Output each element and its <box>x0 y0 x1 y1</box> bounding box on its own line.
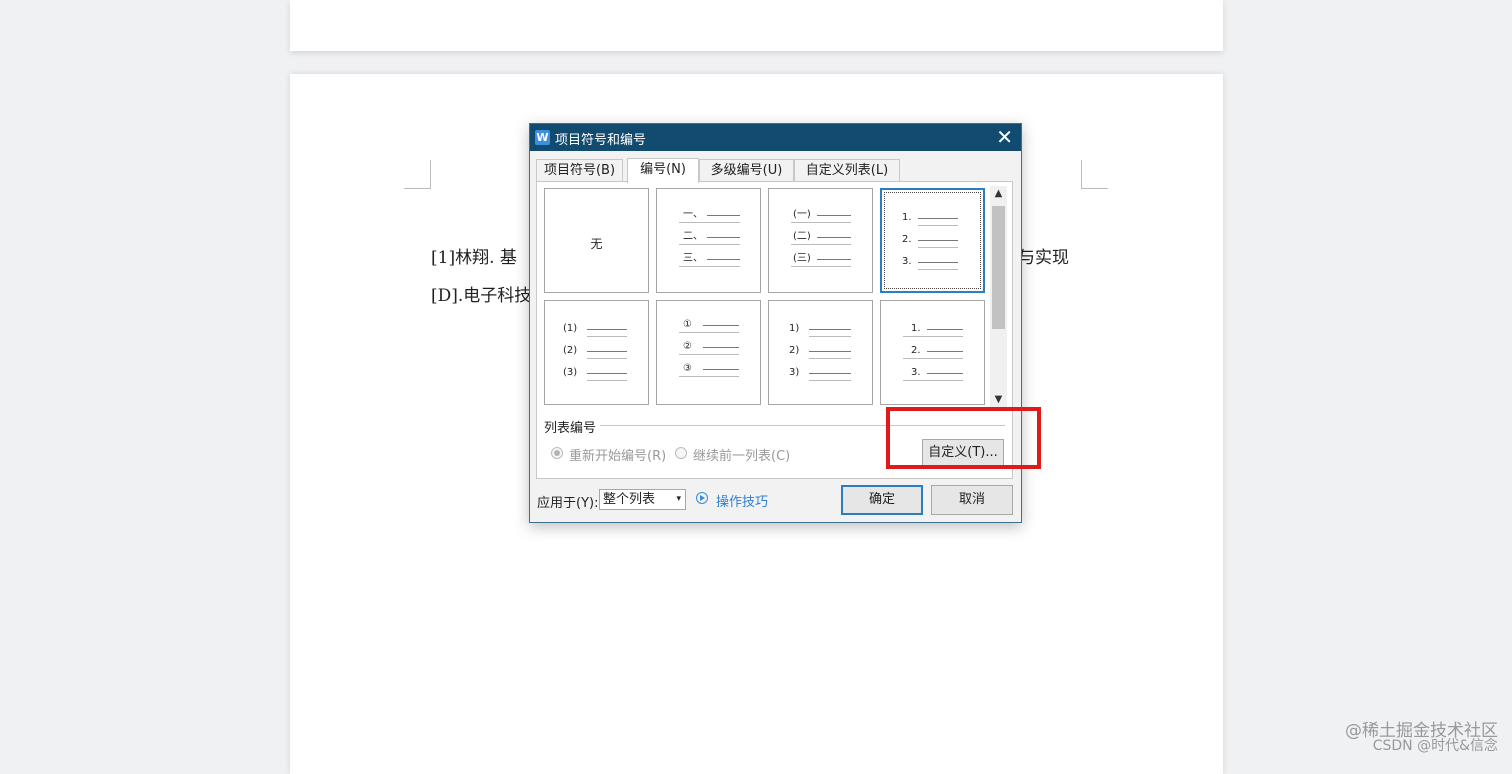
list-marker: 2. <box>902 234 912 245</box>
list-marker: 三、 <box>683 253 703 264</box>
numbering-style-grid: 无 一、 二、 三、 (一) (二) (三) 1. 2. 3. (1) (2) <box>544 188 988 408</box>
apply-to-label: 应用于(Y): <box>537 496 599 511</box>
document-text-line: [1]林翔. 基 <box>431 248 517 268</box>
document-text-fragment: 与实现 <box>1018 248 1069 268</box>
scrollbar-thumb[interactable] <box>992 206 1005 329</box>
numbering-style-none[interactable]: 无 <box>544 188 649 293</box>
watermark-line: CSDN @时代&信念 <box>1372 738 1498 754</box>
radio-continue[interactable] <box>675 447 687 459</box>
styles-scrollbar[interactable]: ▲ ▼ <box>990 186 1007 408</box>
restart-numbering-label: 重新开始编号(R) <box>569 449 667 464</box>
list-marker: 1. <box>911 323 921 334</box>
margin-corner-mark-left <box>404 160 431 189</box>
tab-bullets[interactable]: 项目符号(B) <box>536 159 623 181</box>
tab-numbering[interactable]: 编号(N) <box>627 158 699 183</box>
dialog-title-bar[interactable]: W 项目符号和编号 ✕ <box>530 124 1021 151</box>
numbering-style-chinese-paren[interactable]: (一) (二) (三) <box>768 188 873 293</box>
list-marker: 1. <box>902 212 912 223</box>
numbering-style-arabic-indented[interactable]: 1. 2. 3. <box>880 300 985 405</box>
scroll-up-arrow-icon[interactable]: ▲ <box>990 186 1007 202</box>
numbering-style-paren-number[interactable]: (1) (2) (3) <box>544 300 649 405</box>
ok-button[interactable]: 确定 <box>841 485 923 515</box>
document-page-previous <box>290 0 1223 51</box>
list-marker: ③ <box>683 363 692 374</box>
list-marker: 二、 <box>683 231 703 242</box>
none-label: 无 <box>590 237 603 251</box>
customize-button[interactable]: 自定义(T)... <box>922 439 1004 466</box>
list-marker: (3) <box>563 367 578 378</box>
cancel-button[interactable]: 取消 <box>931 485 1013 515</box>
list-marker: 2) <box>789 345 800 356</box>
tab-multilevel[interactable]: 多级编号(U) <box>699 159 794 181</box>
numbering-style-chinese[interactable]: 一、 二、 三、 <box>656 188 761 293</box>
list-marker: ② <box>683 341 692 352</box>
section-divider <box>599 425 1005 426</box>
tab-custom-list[interactable]: 自定义列表(L) <box>794 159 900 181</box>
list-marker: 3. <box>902 256 912 267</box>
apply-to-select[interactable]: 整个列表 ▾ <box>599 489 686 510</box>
continue-list-label: 继续前一列表(C) <box>693 449 791 464</box>
document-text-line: [D].电子科技 <box>431 286 532 306</box>
apply-to-value: 整个列表 <box>603 492 656 507</box>
numbering-style-number-paren[interactable]: 1) 2) 3) <box>768 300 873 405</box>
list-marker: ① <box>683 319 692 330</box>
tips-link[interactable]: 操作技巧 <box>716 491 768 510</box>
margin-corner-mark-right <box>1081 160 1108 189</box>
list-numbering-section-label: 列表编号 <box>544 417 601 436</box>
list-marker: 2. <box>911 345 921 356</box>
radio-restart[interactable] <box>551 447 563 459</box>
numbering-style-arabic-dot-selected[interactable]: 1. 2. 3. <box>880 188 985 293</box>
dialog-title: 项目符号和编号 <box>555 133 647 148</box>
close-icon[interactable]: ✕ <box>996 126 1013 148</box>
wps-writer-icon: W <box>535 130 550 145</box>
list-marker: 3) <box>789 367 800 378</box>
list-marker: 3. <box>911 367 921 378</box>
bullets-numbering-dialog: W 项目符号和编号 ✕ 项目符号(B) 编号(N) 多级编号(U) 自定义列表(… <box>529 123 1041 523</box>
list-marker: 1) <box>789 323 800 334</box>
list-marker: (2) <box>563 345 578 356</box>
list-marker: 一、 <box>683 209 703 220</box>
dropdown-arrow-icon: ▾ <box>676 494 681 504</box>
list-marker: (二) <box>793 231 811 242</box>
play-tips-icon[interactable] <box>696 492 708 504</box>
list-marker: (三) <box>793 253 811 264</box>
list-marker: (1) <box>563 323 578 334</box>
scroll-down-arrow-icon[interactable]: ▼ <box>990 392 1007 408</box>
list-marker: (一) <box>793 209 811 220</box>
numbering-panel: 无 一、 二、 三、 (一) (二) (三) 1. 2. 3. (1) (2) <box>536 181 1013 479</box>
numbering-style-circled[interactable]: ① ② ③ <box>656 300 761 405</box>
